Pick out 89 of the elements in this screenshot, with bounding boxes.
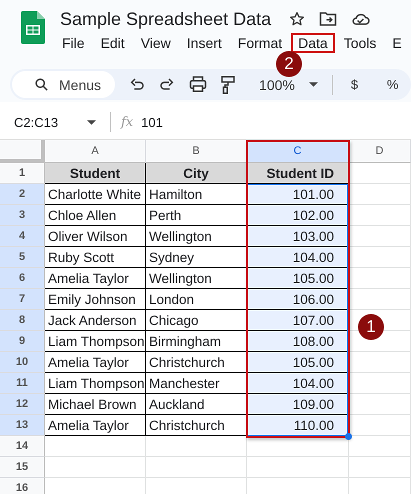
row-header[interactable]: 9 (0, 331, 45, 352)
search-menus-field[interactable]: Menus (12, 71, 116, 98)
table-cell: Chicago (146, 310, 247, 331)
table-cell: 102.00 (247, 205, 349, 226)
table-cell: 105.00 (247, 352, 349, 373)
table-cell: Student ID (247, 163, 349, 184)
cloud-icon[interactable] (351, 12, 370, 26)
table-cell: Ruby Scott (45, 247, 146, 268)
table-cell: Charlotte White (45, 184, 146, 205)
caret-icon[interactable] (308, 82, 318, 87)
table-cell: 103.00 (247, 226, 349, 247)
table-cell: 105.00 (247, 268, 349, 289)
menu-item[interactable]: File (59, 33, 92, 53)
row-header[interactable]: 16 (0, 478, 45, 494)
row-header[interactable]: 15 (0, 457, 45, 478)
sheets-logo-icon[interactable] (21, 11, 45, 44)
table-cell: Hamilton (146, 184, 247, 205)
folder-icon[interactable] (319, 11, 338, 27)
table-cell: Auckland (146, 394, 247, 415)
row-header[interactable]: 8 (0, 310, 45, 331)
menu-item[interactable]: Edit (94, 33, 132, 53)
step-number-badge: 1 (358, 314, 384, 340)
row-header[interactable]: 12 (0, 394, 45, 415)
name-box[interactable]: C2:C13 (14, 114, 87, 130)
row-header[interactable]: 2 (0, 184, 45, 205)
table-cell: Liam Thompson (45, 373, 146, 394)
menu-item[interactable]: Format (230, 33, 290, 53)
table-cell: London (146, 289, 247, 310)
column-header[interactable]: D (349, 140, 411, 163)
table-cell: Wellington (146, 226, 247, 247)
table-cell: Emily Johnson (45, 289, 146, 310)
formula-field[interactable]: 101 (141, 114, 411, 130)
row-header[interactable]: 3 (0, 205, 45, 226)
menu-item[interactable]: Insert (180, 33, 229, 53)
table-cell: Manchester (146, 373, 247, 394)
table-cell: Perth (146, 205, 247, 226)
row-header[interactable]: 6 (0, 268, 45, 289)
column-header[interactable]: A (45, 140, 146, 163)
paint-roller-icon[interactable] (221, 76, 236, 94)
table-cell: Jack Anderson (45, 310, 146, 331)
document-title[interactable]: Sample Spreadsheet Data (60, 8, 272, 30)
row-header[interactable]: 14 (0, 436, 45, 457)
menu-item[interactable]: View (134, 33, 178, 53)
table-cell: Student (45, 163, 146, 184)
row-header[interactable]: 11 (0, 373, 45, 394)
table-cell: Wellington (146, 268, 247, 289)
row-header[interactable]: 1 (0, 163, 45, 184)
table-cell: Birmingham (146, 331, 247, 352)
table-cell: Christchurch (146, 352, 247, 373)
table-cell: Amelia Taylor (45, 352, 146, 373)
column-header[interactable]: B (146, 140, 247, 163)
table-cell: 107.00 (247, 310, 349, 331)
table-cell: 104.00 (247, 373, 349, 394)
format-button[interactable]: % (386, 77, 405, 92)
zoom-select[interactable]: 100% (259, 76, 295, 92)
row-header[interactable]: 7 (0, 289, 45, 310)
undo-icon[interactable] (129, 76, 146, 92)
print-icon[interactable] (189, 76, 208, 93)
menu-item[interactable]: Tools (336, 33, 384, 53)
redo-icon[interactable] (159, 76, 176, 92)
menu-item[interactable]: E (385, 33, 409, 53)
table-cell: Michael Brown (45, 394, 146, 415)
table-cell: Christchurch (146, 415, 247, 436)
table-cell: 101.00 (247, 184, 349, 205)
row-header[interactable]: 5 (0, 247, 45, 268)
table-cell: Sydney (146, 247, 247, 268)
table-cell: 110.00 (247, 415, 349, 436)
table-cell: Chloe Allen (45, 205, 146, 226)
function-label: fx (121, 114, 134, 130)
table-cell: 104.00 (247, 247, 349, 268)
table-cell: 108.00 (247, 331, 349, 352)
format-button[interactable]: $ (350, 77, 369, 92)
star-icon[interactable] (289, 11, 306, 27)
column-header[interactable]: C (247, 140, 349, 163)
empty-cell (349, 457, 411, 478)
row-header[interactable]: 10 (0, 352, 45, 373)
table-cell: 109.00 (247, 394, 349, 415)
row-header[interactable]: 13 (0, 415, 45, 436)
row-header[interactable]: 4 (0, 226, 45, 247)
menu-item[interactable]: Data (291, 33, 335, 53)
table-cell: Amelia Taylor (45, 268, 146, 289)
table-cell: Amelia Taylor (45, 415, 146, 436)
caret-icon[interactable] (87, 120, 96, 124)
table-cell: Oliver Wilson (45, 226, 146, 247)
table-cell: City (146, 163, 247, 184)
fill-handle[interactable] (345, 433, 352, 440)
table-cell: Liam Thompson (45, 331, 146, 352)
table-cell: 106.00 (247, 289, 349, 310)
search-icon (34, 77, 49, 92)
